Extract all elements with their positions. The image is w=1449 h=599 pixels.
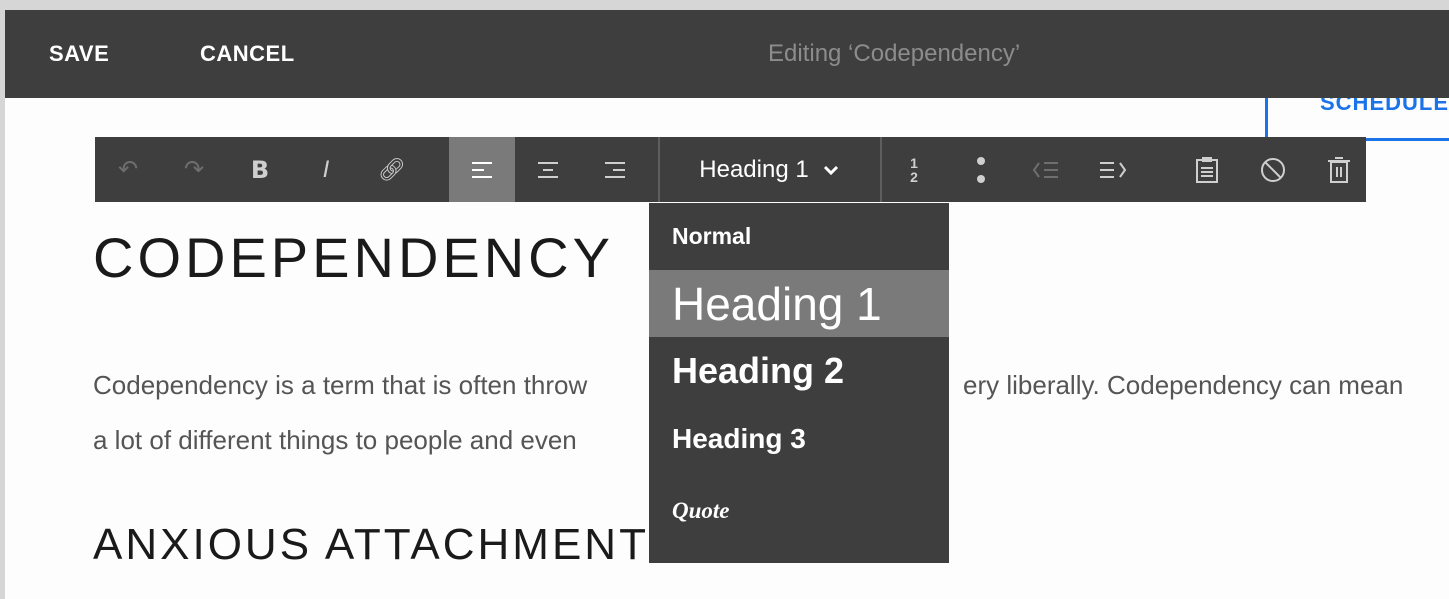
option-quote[interactable]: Quote — [649, 472, 949, 550]
indent-icon[interactable] — [1080, 137, 1146, 202]
paragraph-text[interactable]: ery liberally. Codependency can mean — [963, 370, 1403, 401]
align-right-icon[interactable] — [582, 137, 648, 202]
bullet-list-icon[interactable] — [948, 137, 1014, 202]
bold-icon[interactable]: B — [227, 137, 293, 202]
option-heading-2[interactable]: Heading 2 — [649, 337, 949, 405]
section-heading[interactable]: ANXIOUS ATTACHMENT — [93, 520, 649, 570]
editor-page: SAVE CANCEL Editing ‘Codependency’ SCHED… — [5, 10, 1449, 599]
outdent-icon[interactable] — [1014, 137, 1080, 202]
align-left-icon[interactable] — [449, 137, 515, 202]
link-icon[interactable]: 🔗︎ — [359, 137, 425, 202]
paragraph-text[interactable]: a lot of different things to people and … — [93, 425, 577, 456]
format-select-value: Heading 1 — [699, 155, 809, 183]
top-bar: SAVE CANCEL Editing ‘Codependency’ — [5, 10, 1449, 98]
option-heading-1[interactable]: Heading 1 — [649, 270, 949, 337]
paste-icon[interactable] — [1174, 137, 1240, 202]
schedule-label: SCHEDULE — [1320, 98, 1449, 115]
italic-icon[interactable]: I — [293, 137, 359, 202]
align-center-icon[interactable] — [515, 137, 581, 202]
option-heading-3[interactable]: Heading 3 — [649, 405, 949, 472]
clear-format-icon[interactable] — [1240, 137, 1306, 202]
ordered-list-icon[interactable]: 12 — [881, 137, 947, 202]
undo-icon[interactable]: ↶ — [95, 137, 161, 202]
redo-icon[interactable]: ↷ — [161, 137, 227, 202]
paragraph-text[interactable]: Codependency is a term that is often thr… — [93, 370, 587, 401]
option-normal[interactable]: Normal — [649, 203, 949, 270]
save-button[interactable]: SAVE — [49, 41, 109, 67]
page-heading[interactable]: CODEPENDENCY — [93, 225, 614, 290]
chevron-down-icon — [823, 165, 838, 175]
schedule-button[interactable]: SCHEDULE — [1265, 98, 1449, 141]
editing-title: Editing ‘Codependency’ — [768, 40, 1021, 67]
format-dropdown-menu: Normal Heading 1 Heading 2 Heading 3 Quo… — [649, 203, 949, 563]
delete-icon[interactable] — [1306, 137, 1372, 202]
cancel-button[interactable]: CANCEL — [200, 41, 295, 67]
format-select[interactable]: Heading 1 — [660, 137, 878, 202]
format-toolbar: ↶ ↷ B I 🔗︎ Heading 1 12 — [95, 137, 1366, 202]
